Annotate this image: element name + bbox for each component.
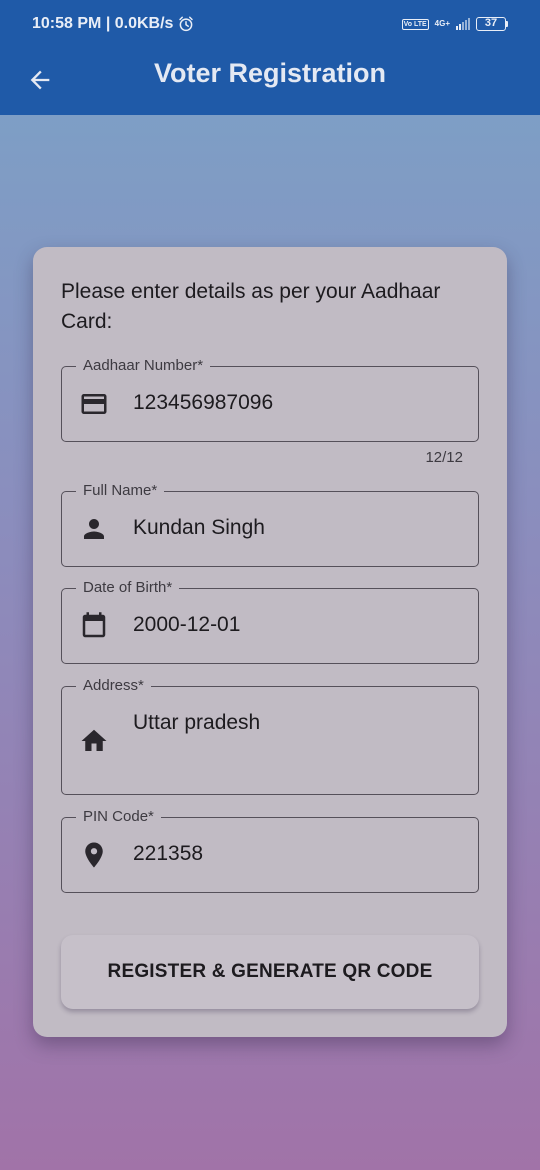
page-title: Voter Registration xyxy=(153,58,387,88)
app-bar: Voter Registration xyxy=(0,48,540,115)
battery-level: 37 xyxy=(476,17,506,31)
address-field[interactable]: Address* Uttar pradesh xyxy=(61,677,479,795)
aadhaar-number-value: 123456987096 xyxy=(133,391,274,414)
address-label: Address* xyxy=(76,677,151,695)
full-name-field[interactable]: Full Name* Kundan Singh xyxy=(61,482,479,567)
home-icon xyxy=(79,726,109,756)
volte-icon: Vo LTE xyxy=(401,18,429,30)
pin-code-field[interactable]: PIN Code* 221358 xyxy=(61,808,479,893)
register-generate-qr-button[interactable]: REGISTER & GENERATE QR CODE xyxy=(61,935,479,1009)
address-value: Uttar pradesh xyxy=(133,711,261,734)
person-icon xyxy=(79,514,109,544)
calendar-icon xyxy=(79,611,109,641)
status-left: 10:58 PM | 0.0KB/s xyxy=(32,15,195,33)
location-pin-icon xyxy=(79,840,109,870)
pin-code-value: 221358 xyxy=(133,842,204,865)
full-name-label: Full Name* xyxy=(76,482,165,500)
aadhaar-number-field[interactable]: Aadhaar Number* 123456987096 xyxy=(61,357,479,442)
alarm-icon xyxy=(179,16,194,32)
form-intro: Please enter details as per your Aadhaar… xyxy=(61,280,441,333)
date-of-birth-label: Date of Birth* xyxy=(76,579,180,597)
credit-card-icon xyxy=(79,389,109,419)
status-bar: 10:58 PM | 0.0KB/s Vo LTE 4G+ 37 xyxy=(0,0,540,48)
full-name-value: Kundan Singh xyxy=(133,516,265,539)
aadhaar-number-label: Aadhaar Number* xyxy=(76,357,211,375)
aadhaar-char-counter: 12/12 xyxy=(425,449,463,466)
registration-card: Please enter details as per your Aadhaar… xyxy=(33,247,507,1037)
date-of-birth-field[interactable]: Date of Birth* 2000-12-01 xyxy=(61,579,479,664)
signal-icon xyxy=(456,18,470,30)
date-of-birth-value: 2000-12-01 xyxy=(133,613,241,636)
network-type: 4G+ xyxy=(434,19,450,28)
status-right: Vo LTE 4G+ 37 xyxy=(401,17,508,31)
battery-icon: 37 xyxy=(476,17,508,31)
pin-code-label: PIN Code* xyxy=(76,808,161,826)
status-time: 10:58 PM | 0.0KB/s xyxy=(32,15,174,32)
